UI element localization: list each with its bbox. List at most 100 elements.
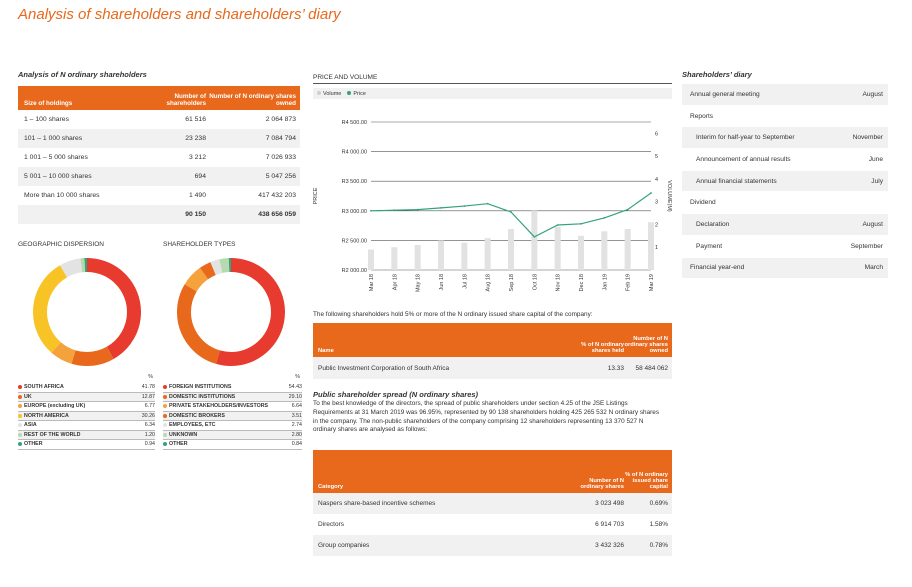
- diary-row: Dividend: [682, 192, 888, 215]
- x-tick-label: Nov 18: [556, 274, 562, 291]
- price-point: [370, 209, 372, 212]
- y2-axis-label: VOLUME(M): [666, 180, 672, 212]
- geo-legend: % SOUTH AFRICA 41.78 UK 12.87 EUROPE (exclud…: [18, 374, 155, 450]
- y-tick-label: R2 000.00: [342, 268, 367, 274]
- x-tick-label: Mar 18: [369, 274, 375, 291]
- volume-bar: [508, 229, 514, 270]
- types-pct-label: %: [295, 374, 300, 380]
- col-size: Size of holdings: [24, 100, 73, 107]
- geo-legend-row: SOUTH AFRICA 41.78: [18, 383, 155, 393]
- types-legend-row: EMPLOYEES, ETC 2.74: [163, 421, 302, 431]
- price-point: [580, 222, 582, 225]
- x-tick-label: Jul 18: [462, 274, 468, 289]
- diary: Shareholders’ diary Annual general meeti…: [682, 70, 888, 280]
- spread-paragraph: To the best knowledge of the directors, …: [313, 400, 660, 434]
- col-pct-capital: % of N ordinary issued share capital: [625, 472, 668, 490]
- legend-volume: Volume: [317, 90, 341, 97]
- holdings-row: More than 10 000 shares 1 490 417 432 203: [24, 192, 296, 199]
- price-point: [556, 224, 559, 226]
- spread-row: Directors 6 914 703 1.58%: [318, 521, 668, 528]
- y2-tick-label: 1: [655, 245, 658, 251]
- geo-legend-row: REST OF THE WORLD 1.20: [18, 430, 155, 440]
- x-tick-label: Feb 19: [626, 274, 632, 291]
- col-shares-owned: Number of N ordinary shares owned: [624, 336, 669, 354]
- total-shareholders: 90 150: [185, 211, 206, 218]
- price-point: [626, 208, 629, 211]
- legend-dot-icon: [18, 385, 22, 390]
- volume-bar: [368, 249, 374, 270]
- holdings-heading: Analysis of N ordinary shareholders: [18, 70, 147, 79]
- volume-swatch-icon: [317, 90, 321, 95]
- major-row: Public Investment Corporation of South A…: [313, 357, 672, 379]
- geo-legend-row: NORTH AMERICA 30.26: [18, 411, 155, 421]
- holdings-table: Size of holdings Number of shareholders …: [18, 86, 300, 224]
- major-table: Name % of N ordinary shares held Number …: [313, 323, 672, 379]
- types-donut: [177, 258, 285, 366]
- total-shares: 438 656 059: [258, 211, 296, 218]
- types-legend-row: PRIVATE STAKEHOLDERS/INVESTORS 6.64: [163, 402, 302, 412]
- legend-dot-icon: [18, 423, 22, 428]
- geo-pct-label: %: [148, 374, 153, 380]
- diary-row: Declaration August: [682, 214, 888, 236]
- legend-dot-icon: [163, 404, 167, 409]
- x-tick-label: May 18: [416, 274, 422, 292]
- col-name: Name: [318, 348, 334, 354]
- geo-legend-row: ASIA 6.34: [18, 421, 155, 431]
- volume-bar: [624, 229, 631, 270]
- legend-dot-icon: [163, 394, 167, 399]
- geo-heading: GEOGRAPHIC DISPERSION: [18, 241, 104, 248]
- y-tick-label: R4 500.00: [342, 120, 367, 126]
- volume-bar: [601, 231, 608, 270]
- types-legend-row: DOMESTIC INSTITUTIONS 29.10: [163, 392, 302, 402]
- types-legend-row: FOREIGN INSTITUTIONS 54.43: [163, 383, 302, 393]
- holdings-header-row: Size of holdings Number of shareholders …: [18, 86, 300, 110]
- diary-row: Announcement of annual results June: [682, 149, 888, 171]
- y-tick-label: R3 500.00: [342, 179, 367, 185]
- diary-heading: Shareholders’ diary: [682, 70, 752, 79]
- volume-bar: [461, 242, 468, 270]
- volume-bar: [391, 247, 398, 270]
- x-tick-label: Apr 18: [392, 274, 398, 290]
- geo-legend-row: EUROPE (excluding UK) 6.77: [18, 402, 155, 412]
- y2-tick-label: 5: [655, 154, 658, 160]
- spread-table: Category Number of N ordinary shares % o…: [313, 450, 672, 556]
- price-point: [533, 235, 536, 238]
- diary-row: Financial year-end March: [682, 257, 888, 280]
- types-legend: % FOREIGN INSTITUTIONS 54.43 DOMESTIC INST…: [163, 374, 302, 450]
- legend-dot-icon: [163, 423, 167, 428]
- spread-heading: Public shareholder spread (N ordinary sh…: [313, 390, 479, 399]
- legend-dot-icon: [18, 394, 22, 399]
- price-point: [510, 211, 512, 213]
- spread-header-row: Category Number of N ordinary shares % o…: [313, 450, 672, 493]
- y-axis-label: PRICE: [313, 187, 319, 204]
- price-point: [416, 208, 419, 211]
- x-tick-label: Oct 18: [532, 274, 538, 290]
- x-tick-label: Jun 18: [439, 274, 445, 291]
- volume-bar: [578, 235, 584, 270]
- legend-dot-icon: [163, 442, 167, 447]
- col-shares-owned: Number of N ordinary shares owned: [209, 93, 296, 107]
- holdings-row: 5 001 – 10 000 shares 694 5 047 256: [18, 167, 300, 186]
- y-tick-label: R4 000.00: [342, 150, 367, 156]
- col-shareholders: Number of shareholders: [166, 93, 206, 107]
- legend-dot-icon: [163, 385, 167, 390]
- x-tick-label: Dec 18: [579, 274, 585, 291]
- types-legend-row: UNKNOWN 2.80: [163, 430, 302, 440]
- holdings-row: 1 – 100 shares 61 516 2 064 873: [24, 116, 296, 123]
- legend-dot-icon: [18, 442, 22, 447]
- price-point: [650, 192, 652, 194]
- price-point: [486, 202, 489, 205]
- y2-tick-label: 3: [655, 200, 658, 206]
- major-header-row: Name % of N ordinary shares held Number …: [313, 323, 672, 357]
- price-point: [440, 206, 442, 209]
- page-title: Analysis of shareholders and shareholder…: [18, 6, 341, 23]
- diary-row: Annual general meeting August: [682, 84, 888, 106]
- holdings-row: 1 001 – 5 000 shares 3 212 7 026 933: [24, 154, 296, 161]
- x-tick-label: Mar 19: [649, 274, 655, 291]
- holdings-row: 101 – 1 000 shares 23 238 7 084 794: [18, 129, 300, 148]
- legend-dot-icon: [18, 404, 22, 409]
- geo-donut: [33, 258, 141, 366]
- price-swatch-icon: [347, 90, 352, 95]
- spread-row: Naspers share-based incentive schemes 3 0…: [313, 493, 672, 514]
- legend-dot-icon: [18, 413, 22, 418]
